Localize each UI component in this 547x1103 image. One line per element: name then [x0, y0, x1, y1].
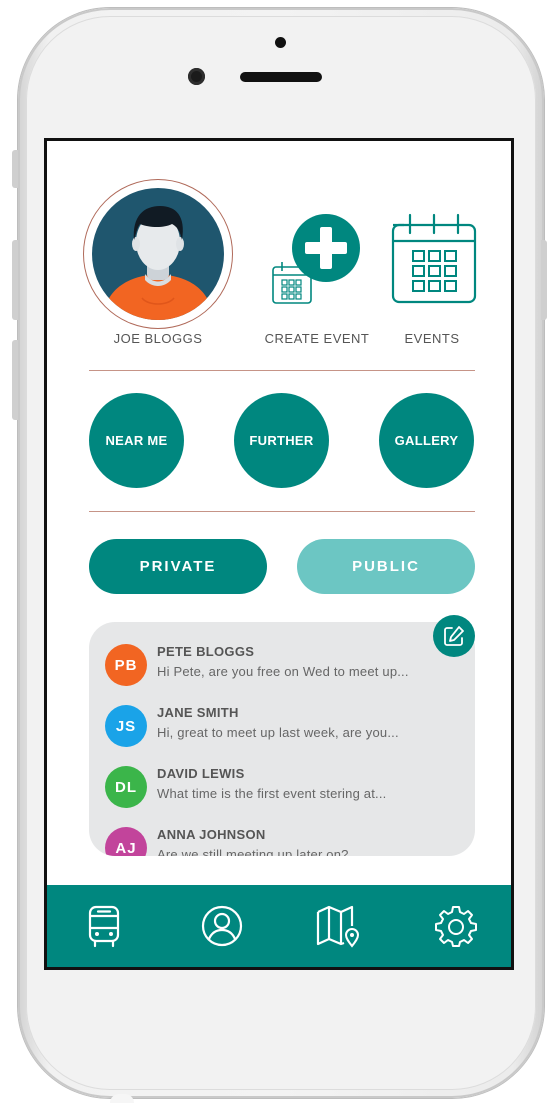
further-button[interactable]: FURTHER: [234, 393, 329, 488]
user-avatar-icon: [102, 206, 214, 320]
contact-initials-badge: JS: [105, 705, 147, 747]
create-event-label: CREATE EVENT: [264, 331, 370, 346]
power-button: [541, 240, 547, 320]
divider: [89, 511, 475, 512]
compose-message-button[interactable]: [433, 615, 475, 657]
contact-name: DAVID LEWIS: [157, 766, 245, 781]
events-label: EVENTS: [404, 331, 460, 346]
message-item[interactable]: DL DAVID LEWIS What time is the first ev…: [105, 762, 475, 812]
message-item[interactable]: JS JANE SMITH Hi, great to meet up last …: [105, 701, 475, 751]
messages-panel[interactable]: PB PETE BLOGGS Hi Pete, are you free on …: [89, 622, 475, 856]
tab-settings[interactable]: [433, 903, 479, 949]
plus-icon: [292, 214, 360, 282]
volume-down-button: [12, 340, 18, 420]
message-item[interactable]: PB PETE BLOGGS Hi Pete, are you free on …: [105, 640, 475, 690]
map-pin-icon: [316, 905, 360, 948]
app-screen: JOE BLOGGS CREATE EVENT EVENTS NEAR ME F…: [44, 138, 514, 970]
message-preview: Hi, great to meet up last week, are you.…: [157, 725, 399, 740]
contact-initials-badge: PB: [105, 644, 147, 686]
calendar-icon: [391, 213, 477, 304]
tab-profile[interactable]: [199, 903, 245, 949]
gear-icon: [435, 906, 477, 947]
bottom-tab-bar: [47, 885, 511, 967]
contact-name: PETE BLOGGS: [157, 644, 255, 659]
contact-initials-badge: AJ: [105, 827, 147, 856]
public-toggle-button[interactable]: PUBLIC: [297, 539, 475, 594]
volume-up-button: [12, 240, 18, 320]
message-preview: Are we still meeting up later on?: [157, 847, 349, 856]
avatar-image: [92, 188, 224, 320]
message-item[interactable]: AJ ANNA JOHNSON Are we still meeting up …: [105, 823, 475, 856]
edit-icon: [444, 626, 464, 646]
tab-map[interactable]: [315, 903, 361, 949]
home-indicator: [110, 1094, 134, 1103]
proximity-sensor: [275, 37, 286, 48]
mute-switch: [12, 150, 18, 188]
contact-initials-badge: DL: [105, 766, 147, 808]
tab-transport[interactable]: [81, 903, 127, 949]
near-me-button[interactable]: NEAR ME: [89, 393, 184, 488]
profile-avatar[interactable]: [83, 179, 233, 329]
message-preview: Hi Pete, are you free on Wed to meet up.…: [157, 664, 409, 679]
gallery-button[interactable]: GALLERY: [379, 393, 474, 488]
front-camera: [188, 68, 205, 85]
contact-name: JANE SMITH: [157, 705, 239, 720]
contact-name: ANNA JOHNSON: [157, 827, 266, 842]
private-toggle-button[interactable]: PRIVATE: [89, 539, 267, 594]
bus-icon: [88, 905, 120, 948]
message-preview: What time is the first event stering at.…: [157, 786, 387, 801]
divider: [89, 370, 475, 371]
user-circle-icon: [201, 905, 243, 947]
profile-name: JOE BLOGGS: [113, 331, 203, 346]
earpiece-speaker: [240, 72, 322, 82]
